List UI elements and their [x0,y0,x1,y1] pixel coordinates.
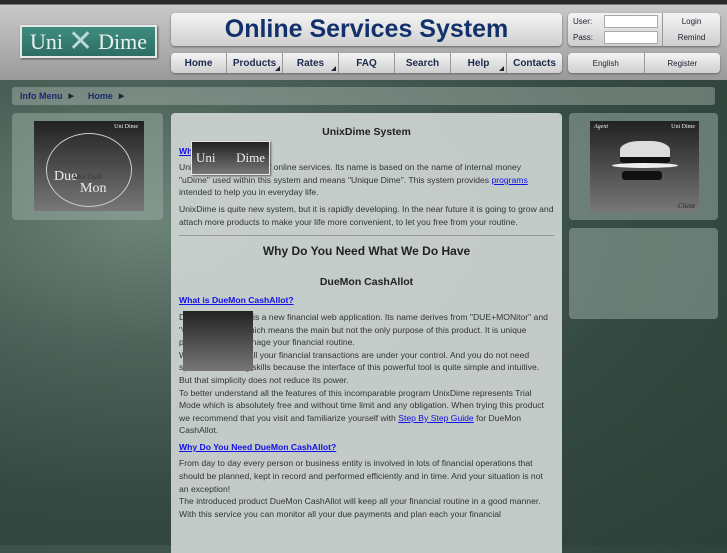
image-title-bottom: Mon [80,181,107,196]
lang-bar: English Register [568,53,720,73]
image-script: Allot Cash [72,173,102,181]
divider [179,235,554,237]
section-title-why: Why Do You Need What We Do Have [262,244,471,259]
remind-button[interactable]: Remind [662,29,720,46]
duemon-image[interactable]: Uni Dime Due Mon Allot Cash [34,121,144,211]
logo-text-right: Dime [98,28,147,54]
main-content: UnixDime System What is UnixDime? UniDim… [171,113,562,553]
image-agent: Agent [594,124,608,130]
logo-text-left: Uni [196,149,216,165]
header: Uni ✕ Dime Online Services System Home Pro… [0,0,727,80]
nav-products[interactable]: Products [227,53,283,73]
nav-home[interactable]: Home [171,53,227,73]
nav-help[interactable]: Help [451,53,507,73]
unidime-small-logo: Uni Dime [191,141,270,175]
image-client: Client [677,202,695,210]
star-icon: ✕ [67,25,94,58]
text: UnixDime is quite new system, but it is … [179,203,554,227]
breadcrumb-home[interactable]: Home [88,91,113,101]
link-why-duemon[interactable]: Why Do You Need DueMon CashAllot? [179,441,554,454]
breadcrumb: Info Menu ▶ Home ▶ [12,87,715,105]
left-panel: Uni Dime Due Mon Allot Cash [12,113,163,220]
unidime-logo[interactable]: Uni ✕ Dime [20,25,157,58]
arrow-right-icon: ▶ [118,93,125,100]
nav-search[interactable]: Search [395,53,451,73]
text: intended to help you in everyday life. [179,187,319,198]
register-button[interactable]: Register [645,53,721,73]
login-panel: User: Login Pass: Remind [568,13,720,46]
nav-faq[interactable]: FAQ [339,53,395,73]
main-nav: Home Products Rates FAQ Search Help Cont… [171,53,562,73]
pass-label: Pass: [573,33,594,43]
english-button[interactable]: English [568,53,645,73]
text: The introduced product DueMon CashAllot … [179,496,541,519]
image-brand-right: Uni Dime [671,124,695,130]
section-title-unixdime: UnixDime System [322,126,411,138]
right-panel-bottom [569,228,718,319]
arrow-right-icon: ▶ [68,93,74,100]
login-button[interactable]: Login [662,13,720,30]
nav-rates[interactable]: Rates [283,53,339,73]
link-what-is-duemon[interactable]: What is DueMon CashAllot? [179,294,554,307]
site-title: Online Services System [171,13,562,46]
logo-text-left: Uni [30,28,63,54]
link-programs[interactable]: programs [491,175,527,185]
breadcrumb-info-menu[interactable]: Info Menu [20,91,63,101]
agent-client-image[interactable]: Agent Uni Dime Client [590,121,699,212]
text: From day to day every person or business… [179,458,543,494]
logo-text-right: Dime [236,149,265,165]
duemon-small-image [183,310,253,371]
pass-input[interactable] [604,31,658,45]
user-input[interactable] [604,14,658,28]
link-step-by-step-guide[interactable]: Step By Step Guide [398,413,473,423]
section-title-duemon: DueMon CashAllot [319,275,414,288]
user-label: User: [573,16,593,26]
nav-contacts[interactable]: Contacts [507,53,562,73]
image-brand: Uni Dime [114,124,138,130]
right-panel-top: Agent Uni Dime Client [569,113,718,220]
